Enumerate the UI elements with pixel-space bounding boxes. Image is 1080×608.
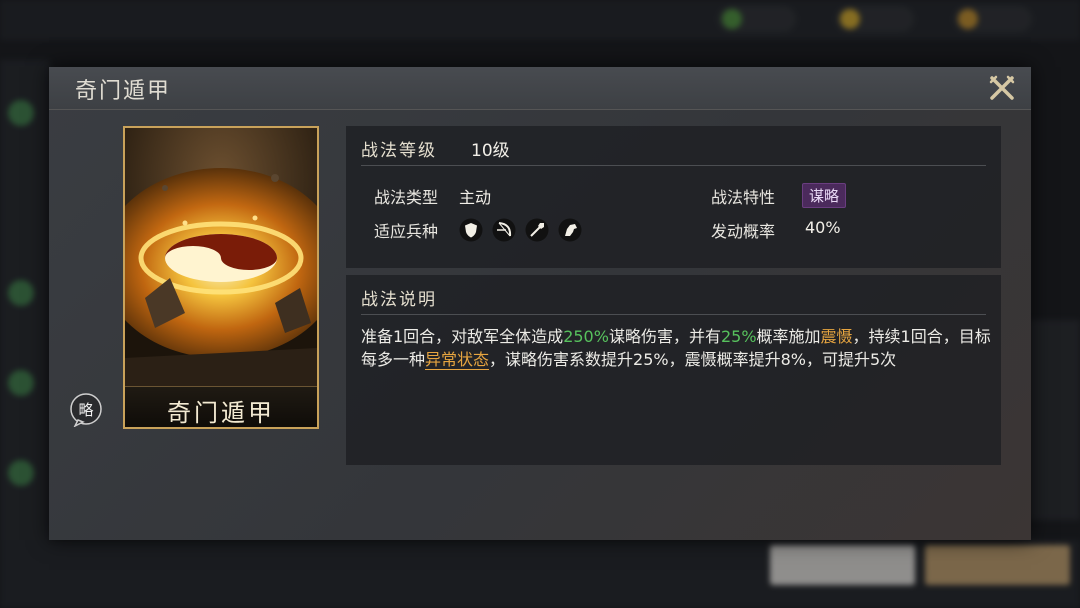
abnormal-status-link[interactable]: 异常状态	[425, 350, 490, 370]
shield-icon	[459, 218, 483, 242]
skill-trait-label: 战法特性	[711, 188, 776, 207]
chance-percent-highlight: 25%	[720, 327, 757, 346]
skill-trait-tag: 谋略	[802, 183, 847, 208]
description-segment: 谋略伤害，并有	[608, 327, 721, 346]
svg-text:略: 略	[78, 401, 93, 419]
divider	[361, 165, 986, 166]
spear-icon	[525, 218, 549, 242]
skill-detail-modal: 奇门遁甲 奇门遁甲 略 战法等级 10级 战法类型 主动 战法特性 谋略 适应兵…	[49, 67, 1031, 540]
skill-type-label: 战法类型	[374, 188, 439, 207]
skill-stats-panel: 战法等级 10级 战法类型 主动 战法特性 谋略 适应兵种 发动概率 40%	[346, 126, 1001, 268]
horse-icon	[558, 218, 582, 242]
skill-level-label: 战法等级	[361, 141, 437, 161]
skill-type-value: 主动	[459, 188, 492, 207]
description-segment: 准备1回合，对敌军全体造成	[361, 327, 564, 346]
description-segment: 概率施加	[756, 327, 821, 346]
modal-title: 奇门遁甲	[75, 79, 172, 104]
skill-card-name-bar: 奇门遁甲	[125, 386, 317, 427]
description-segment: ，谋略伤害系数提升25%，震慑概率提升8%，可提升5次	[489, 350, 897, 369]
close-button[interactable]	[987, 73, 1017, 103]
skill-card: 奇门遁甲	[123, 126, 319, 429]
bow-icon	[492, 218, 516, 242]
divider	[361, 314, 986, 315]
skill-description-panel: 战法说明 准备1回合，对敌军全体造成250%谋略伤害，并有25%概率施加震慑，持…	[346, 275, 1001, 465]
damage-percent-highlight: 250%	[563, 327, 609, 346]
speech-bubble-icon: 略	[70, 393, 102, 428]
close-icon	[989, 75, 1015, 100]
trigger-chance-value: 40%	[805, 218, 841, 237]
unit-types-label: 适应兵种	[374, 222, 439, 241]
description-heading: 战法说明	[361, 290, 437, 310]
strategy-type-badge: 略	[69, 393, 103, 428]
trigger-chance-label: 发动概率	[711, 222, 776, 241]
skill-card-name: 奇门遁甲	[167, 399, 275, 427]
skill-level-value: 10级	[471, 141, 510, 161]
stun-status-keyword[interactable]: 震慑	[821, 327, 853, 346]
skill-description-text: 准备1回合，对敌军全体造成250%谋略伤害，并有25%概率施加震慑，持续1回合，…	[361, 325, 991, 371]
skill-card-art	[125, 128, 317, 386]
modal-header: 奇门遁甲	[49, 67, 1031, 110]
